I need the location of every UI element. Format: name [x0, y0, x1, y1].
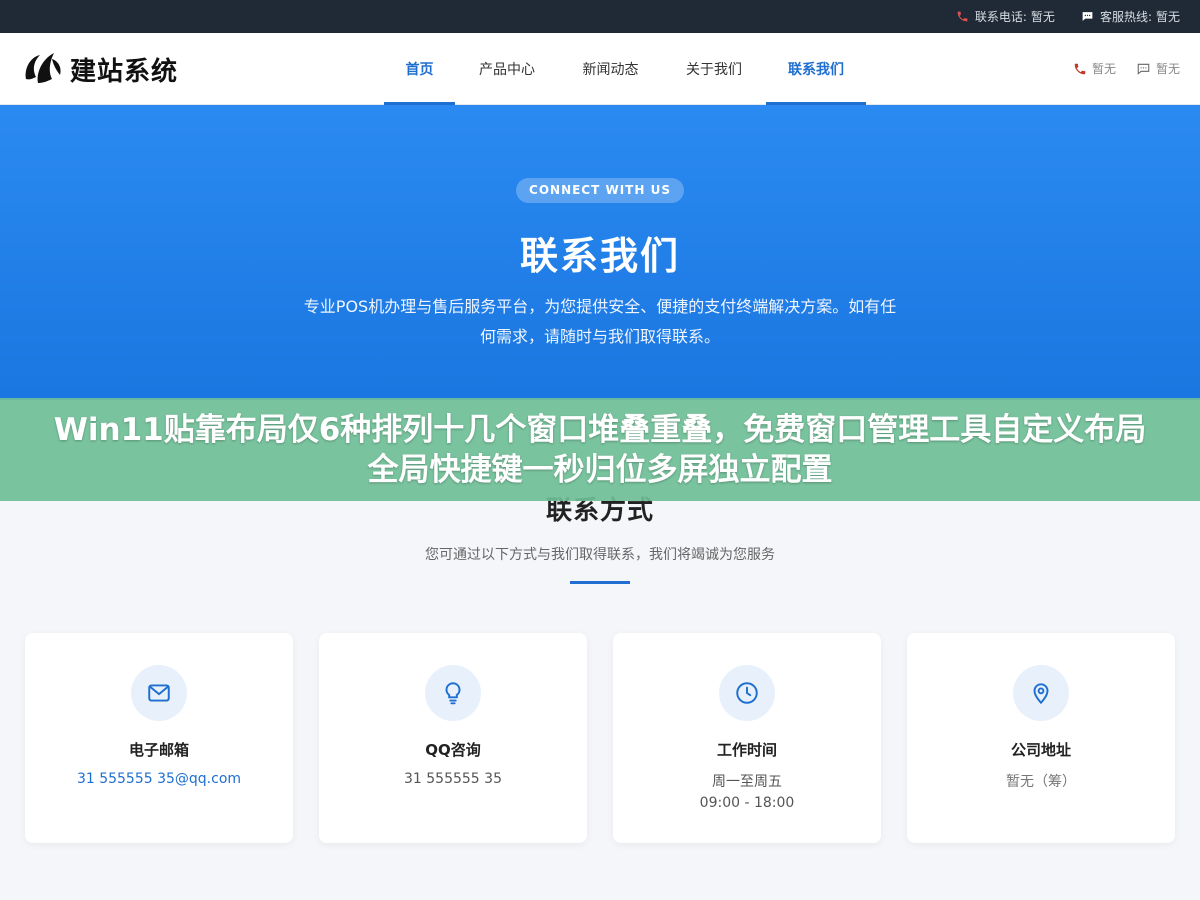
work-days: 周一至周五	[712, 774, 782, 790]
card-icon-wrap	[131, 665, 187, 721]
topbar-service: 客服热线: 暂无	[1081, 8, 1180, 25]
service-value: 暂无	[1155, 10, 1180, 24]
logo-mark-icon	[25, 53, 61, 83]
chat-icon	[1137, 63, 1150, 75]
service-label: 客服热线:	[1099, 10, 1152, 24]
phone-icon	[1074, 63, 1086, 74]
section-description: 您可通过以下方式与我们取得联系，我们将竭诚为您服务	[425, 547, 775, 563]
lightbulb-icon	[445, 682, 461, 705]
phone-icon	[957, 11, 968, 22]
card-icon-wrap	[425, 665, 481, 721]
nav-item-news[interactable]: 新闻动态	[559, 33, 662, 105]
clock-icon	[736, 682, 758, 704]
address-value: 暂无（筹）	[1006, 774, 1076, 790]
nav-item-about[interactable]: 关于我们	[662, 33, 766, 105]
card-title: 电子邮箱	[128, 741, 189, 759]
card-title: QQ咨询	[425, 741, 481, 759]
hero-badge: CONNECT WITH US	[516, 178, 684, 203]
work-hours: 09:00 - 18:00	[699, 795, 795, 811]
header-phone-value: 暂无	[1091, 62, 1116, 76]
card-icon-wrap	[719, 665, 775, 721]
overlay-text: Win11贴靠布局仅6种排列十几个窗口堆叠重叠，免费窗口管理工具自定义布局全局快…	[53, 411, 1147, 488]
header-contact: 暂无 暂无	[1053, 60, 1180, 77]
qq-number: 31 555555 35	[404, 771, 502, 787]
contact-card-hours: 工作时间 周一至周五 09:00 - 18:00	[613, 633, 881, 843]
hero-title: 联系我们	[519, 234, 680, 278]
location-pin-icon	[1033, 683, 1049, 705]
phone-label: 联系电话:	[974, 10, 1027, 24]
card-title: 工作时间	[716, 741, 777, 759]
contact-card-address: 公司地址 暂无（筹）	[907, 633, 1175, 843]
section-divider	[570, 581, 630, 584]
hero-description: 专业POS机办理与售后服务平台，为您提供安全、便捷的支付终端解决方案。如有任何需…	[303, 297, 897, 346]
nav-item-products[interactable]: 产品中心	[455, 33, 559, 105]
contact-card-qq: QQ咨询 31 555555 35	[319, 633, 587, 843]
phone-value: 暂无	[1030, 10, 1055, 24]
header-chat-value: 暂无	[1155, 62, 1180, 76]
main-nav: 首页 产品中心 新闻动态 关于我们 联系我们	[384, 33, 866, 105]
hero-banner: CONNECT WITH US 联系我们 专业POS机办理与售后服务平台，为您提…	[0, 105, 1200, 400]
header-phone[interactable]: 暂无	[1073, 60, 1116, 77]
nav-item-home[interactable]: 首页	[384, 33, 455, 105]
mail-icon	[148, 684, 170, 702]
logo-text: 建站系统	[70, 56, 179, 87]
card-icon-wrap	[1013, 665, 1069, 721]
site-header: 建站系统 首页 产品中心 新闻动态 关于我们 联系我们 暂无 暂无	[0, 33, 1200, 105]
top-bar: 联系电话: 暂无 客服热线: 暂无	[0, 0, 1200, 33]
nav-item-contact[interactable]: 联系我们	[766, 33, 866, 105]
overlay-banner: Win11贴靠布局仅6种排列十几个窗口堆叠重叠，免费窗口管理工具自定义布局全局快…	[0, 398, 1200, 501]
email-address[interactable]: 31 555555 35@qq.com	[25, 771, 293, 787]
site-logo[interactable]: 建站系统	[22, 49, 178, 89]
header-chat[interactable]: 暂无	[1136, 60, 1180, 77]
topbar-phone: 联系电话: 暂无	[956, 8, 1055, 25]
card-title: 公司地址	[1010, 741, 1071, 759]
chat-icon	[1082, 12, 1093, 21]
contact-card-email: 电子邮箱 31 555555 35@qq.com	[25, 633, 293, 843]
